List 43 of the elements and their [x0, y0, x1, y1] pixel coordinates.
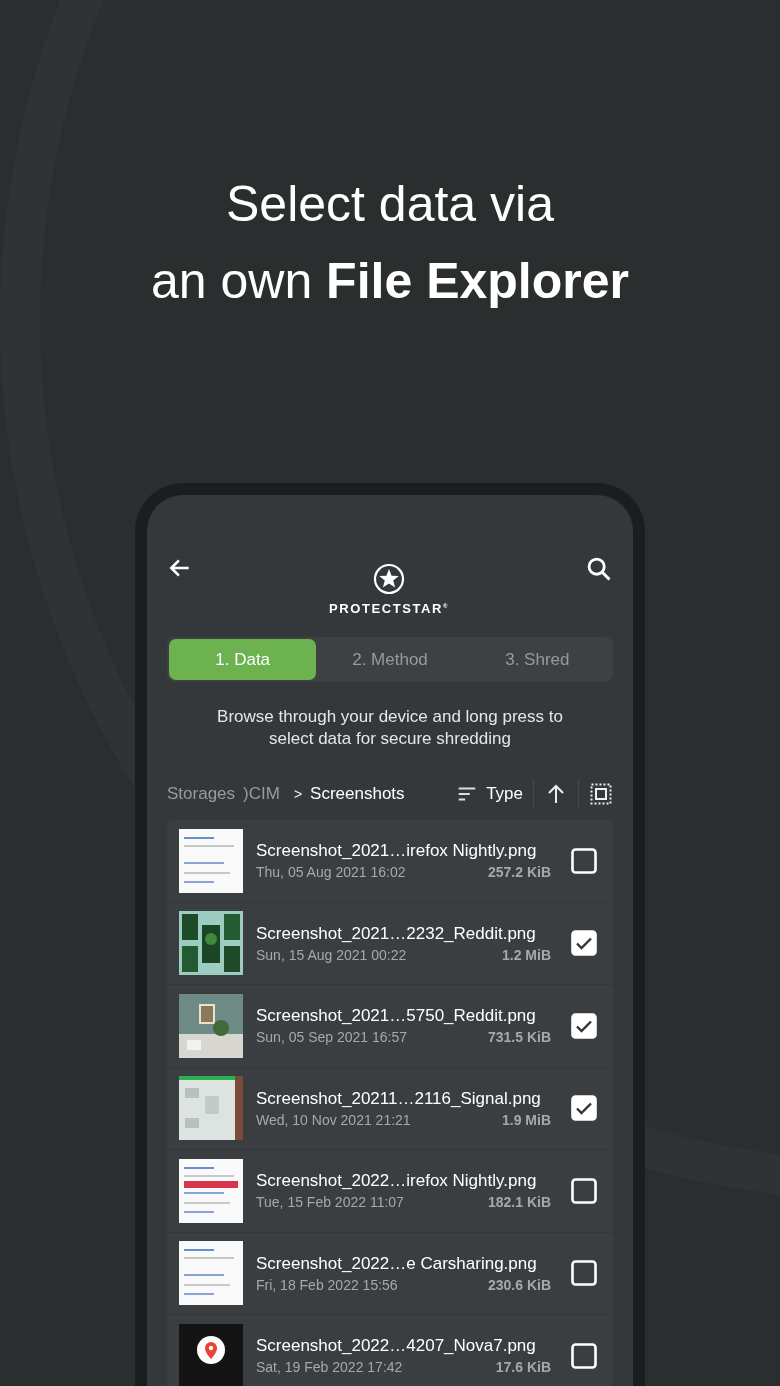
file-size: 731.5 KiB	[487, 1029, 551, 1046]
breadcrumb-current[interactable]: Screenshots	[310, 784, 405, 804]
instruction-text: Browse through your device and long press to select data for secure shredding	[216, 706, 564, 750]
checkbox[interactable]	[571, 847, 597, 874]
file-date: Sat, 19 Feb 2022 17:42	[256, 1359, 403, 1376]
headline-line: Select data via	[226, 175, 554, 234]
headline-line: an own File Explorer	[151, 252, 629, 311]
file-date: Thu, 05 Aug 2021 16:02	[256, 864, 406, 881]
checkbox[interactable]	[571, 1260, 597, 1287]
file-size: 230.6 KiB	[487, 1276, 551, 1293]
file-name: Screenshot_2021…2232_Reddit.png	[256, 923, 537, 944]
file-date: Wed, 10 Nov 2021 21:21	[256, 1111, 411, 1128]
file-size: 1.2 MiB	[502, 946, 551, 963]
file-date: Sun, 15 Aug 2021 00:22	[256, 946, 407, 963]
brand-name: PROTECTSTAR$^{®}$	[328, 601, 450, 616]
breadcrumb-item[interactable]: )CIM	[243, 784, 280, 804]
checkbox[interactable]	[571, 1012, 597, 1039]
breadcrumb-separator: >	[293, 786, 303, 802]
file-name: Screenshot_2022…4207_Nova7.png	[256, 1336, 537, 1357]
checkbox[interactable]	[571, 930, 597, 957]
checkbox[interactable]	[571, 1095, 597, 1122]
search-icon[interactable]	[585, 555, 613, 583]
file-date: Fri, 18 Feb 2022 15:56	[256, 1276, 398, 1293]
breadcrumb-item[interactable]: Storages	[167, 784, 236, 804]
file-date: Tue, 15 Feb 2022 11:07	[256, 1194, 404, 1211]
checkbox[interactable]	[571, 1342, 597, 1369]
file-size: 257.2 KiB	[487, 864, 551, 881]
file-name: Screenshot_20211…2116_Signal.png	[256, 1088, 542, 1109]
step-tab[interactable]: 3. Shred	[463, 639, 611, 680]
select-all-icon[interactable]	[589, 782, 613, 806]
file-name: Screenshot_2022…e Carsharing.png	[256, 1253, 538, 1274]
file-size: 1.9 MiB	[502, 1111, 551, 1128]
step-tab[interactable]: 2. Method	[316, 639, 464, 680]
star-logo-icon	[373, 563, 405, 595]
file-name: Screenshot_2021…5750_Reddit.png	[256, 1006, 537, 1027]
file-size: 17.6 KiB	[495, 1359, 551, 1376]
checkbox[interactable]	[571, 1177, 597, 1204]
step-tab[interactable]: 1. Data	[169, 639, 317, 680]
file-name: Screenshot_2021…irefox Nightly.png	[256, 841, 538, 862]
file-date: Sun, 05 Sep 2021 16:57	[256, 1029, 408, 1046]
sort-button[interactable]: Type	[456, 783, 523, 805]
file-size: 182.1 KiB	[487, 1194, 551, 1211]
file-name: Screenshot_2022…irefox Nightly.png	[256, 1171, 538, 1192]
